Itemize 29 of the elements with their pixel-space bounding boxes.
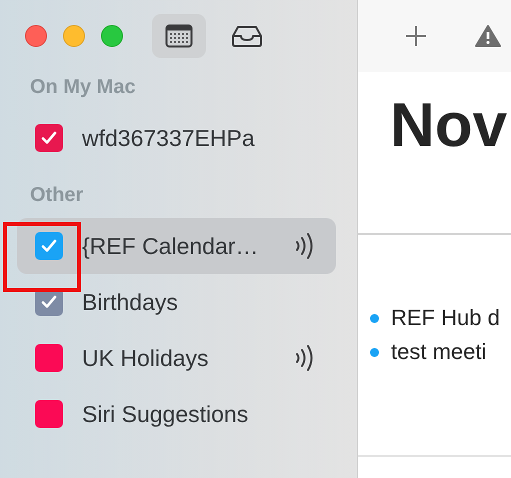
close-button[interactable] (25, 25, 47, 47)
calendar-checkbox[interactable] (35, 232, 63, 260)
checkmark-icon (40, 294, 58, 310)
calendar-view-button[interactable] (152, 14, 206, 58)
calendar-row[interactable]: UK Holidays (17, 330, 336, 386)
warning-icon[interactable] (475, 24, 501, 48)
checkmark-icon (40, 130, 58, 146)
add-icon[interactable] (404, 24, 428, 48)
calendar-name: Siri Suggestions (82, 400, 250, 428)
calendar-row[interactable]: Birthdays (17, 274, 336, 330)
calendar-name: wfd367337EHPa (82, 124, 256, 152)
calendar-checkbox[interactable] (35, 344, 63, 372)
event-title[interactable]: test meeti (391, 339, 486, 365)
calendar-row[interactable]: {REF Calendar… (17, 218, 336, 274)
month-title: Nov (389, 90, 508, 162)
zoom-button[interactable] (101, 25, 123, 47)
calendar-row[interactable]: Siri Suggestions (17, 386, 336, 442)
event-title[interactable]: REF Hub d (391, 305, 500, 331)
checkmark-icon (40, 238, 58, 254)
tray-icon (231, 24, 263, 48)
calendar-name: {REF Calendar… (82, 232, 260, 260)
calendar-icon (165, 24, 193, 48)
section-header: On My Mac (29, 76, 137, 100)
calendar-checkbox[interactable] (35, 124, 63, 152)
calendar-checkbox[interactable] (35, 400, 63, 428)
calendar-row[interactable]: wfd367337EHPa (17, 110, 336, 166)
section-header: Other (29, 184, 84, 208)
calendar-name: UK Holidays (82, 344, 210, 372)
calendar-name: Birthdays (82, 288, 179, 316)
